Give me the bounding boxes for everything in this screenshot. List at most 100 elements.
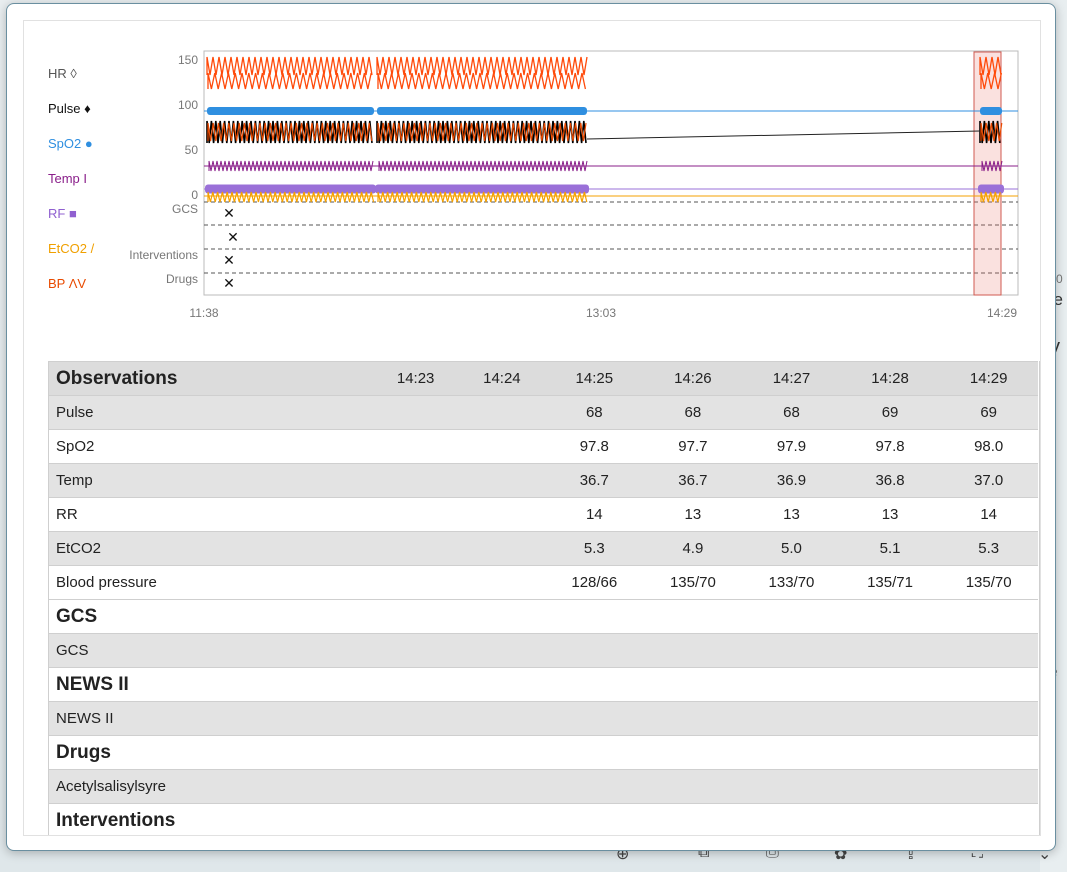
table-row: Acetylsalisylsyre [48,769,1038,804]
empty-cell [372,735,459,770]
empty-cell [939,735,1038,770]
table-cell [939,701,1038,736]
table-cell: 37.0 [939,463,1038,498]
bp-series-trace [376,56,588,76]
table-cell: 14 [545,497,644,532]
table-cell: 133/70 [742,565,841,600]
time-column-header[interactable]: 14:24 [458,361,546,396]
table-cell: 13 [840,497,940,532]
table-cell [742,633,841,668]
table-cell [939,769,1038,804]
spo2-series-band [980,107,1002,115]
empty-cell [742,735,841,770]
lane-label: Interventions [129,248,198,262]
lane-label: Drugs [166,272,198,286]
row-label: Acetylsalisylsyre [48,769,373,804]
row-label: Pulse [48,395,373,430]
empty-cell [545,735,644,770]
table-cell: 135/70 [643,565,743,600]
table-cell: 97.9 [742,429,841,464]
table-cell [840,701,940,736]
table-cell: 5.1 [840,531,940,566]
table-cell [545,633,644,668]
table-cell [742,701,841,736]
table-cell [840,633,940,668]
table-cell: 135/71 [840,565,940,600]
hr-series-trace [377,72,587,90]
time-column-header[interactable]: 14:27 [742,361,841,396]
vitals-chart: HR ◊ Pulse ♦ SpO2 ● Temp I RF ■ EtCO2 / … [24,21,1040,341]
row-label: EtCO2 [48,531,373,566]
table-cell [458,463,546,498]
x-tick-label: 13:03 [586,306,616,320]
empty-cell [840,803,940,835]
time-column-header[interactable]: 14:23 [372,361,459,396]
empty-cell [939,599,1038,634]
table-row: Temp 36.7 36.7 36.9 36.8 37.0 [48,463,1038,498]
table-cell [372,531,459,566]
lane-marker: ✕ [223,253,235,269]
table-cell [372,497,459,532]
table-cell: 69 [840,395,940,430]
lane-marker: ✕ [227,230,239,246]
bp-series-trace [206,56,373,76]
table-cell [458,531,546,566]
background-fragment: 0 [1056,272,1063,286]
table-cell [458,497,546,532]
table-cell [372,633,459,668]
row-label: SpO2 [48,429,373,464]
row-label: Blood pressure [48,565,373,600]
table-cell [643,633,743,668]
table-row: GCS [48,633,1038,668]
observations-table: Observations 14:23 14:24 14:25 14:26 14:27 14:… [48,361,1038,835]
table-cell: 13 [643,497,743,532]
empty-cell [545,803,644,835]
empty-cell [840,735,940,770]
empty-cell [643,599,743,634]
empty-cell [458,599,546,634]
table-row: EtCO2 5.3 4.9 5.0 5.1 5.3 [48,531,1038,566]
empty-cell [643,735,743,770]
time-column-header[interactable]: 14:29 [939,361,1038,396]
table-cell: 5.3 [939,531,1038,566]
empty-cell [545,599,644,634]
time-column-header[interactable]: 14:28 [840,361,940,396]
empty-cell [939,667,1038,702]
hr-series-trace [207,72,372,90]
table-cell: 36.7 [545,463,644,498]
table-row: RR 14 13 13 13 14 [48,497,1038,532]
table-row: Pulse 68 68 68 69 69 [48,395,1038,430]
table-cell: 128/66 [545,565,644,600]
table-cell: 97.8 [840,429,940,464]
empty-cell [458,667,546,702]
y-tick-label: 50 [185,143,199,157]
empty-cell [545,667,644,702]
section-title: Interventions [56,809,176,831]
empty-cell [643,803,743,835]
spo2-series-band [207,107,374,115]
y-tick-label: 100 [178,98,198,112]
time-column-header[interactable]: 14:25 [545,361,644,396]
table-row: SpO2 97.8 97.7 97.9 97.8 98.0 [48,429,1038,464]
spo2-series-band [377,107,587,115]
table-cell [372,463,459,498]
empty-cell [372,803,459,835]
table-cell: 4.9 [643,531,743,566]
section-header: Observations 14:23 14:24 14:25 14:26 14:27 14:… [48,361,1038,396]
table-cell: 69 [939,395,1038,430]
section-title: GCS [56,605,98,627]
table-cell [939,633,1038,668]
row-label: RR [48,497,373,532]
table-row: Blood pressure 128/66 135/70 133/70 135/71 13… [48,565,1038,600]
time-column-header[interactable]: 14:26 [643,361,743,396]
section-header: GCS [48,599,1038,634]
table-cell [372,701,459,736]
empty-cell [458,803,546,835]
table-cell [458,769,546,804]
table-cell [372,769,459,804]
table-cell [458,701,546,736]
table-cell [840,769,940,804]
section-header: Drugs [48,735,1038,770]
pulse-connector [586,130,981,140]
table-cell: 13 [742,497,841,532]
